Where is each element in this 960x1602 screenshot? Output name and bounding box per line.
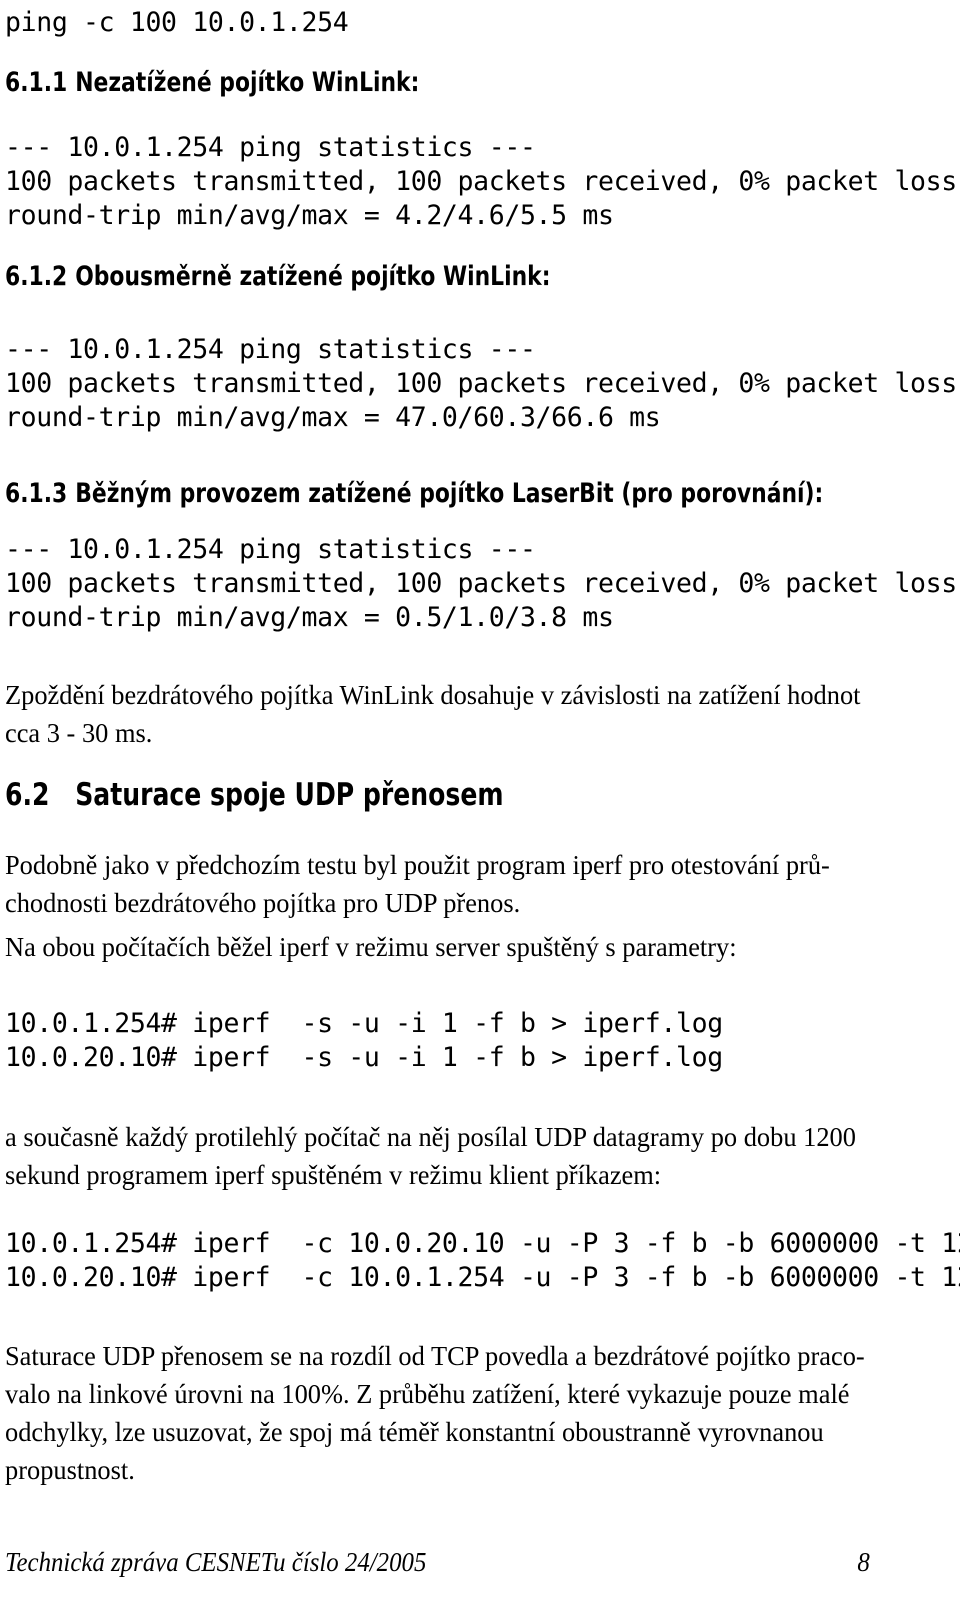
paragraph-delay-line-2: cca 3 - 30 ms. [5,717,153,748]
ping-stats-613-line-1: --- 10.0.1.254 ping statistics --- [5,534,536,565]
ping-stats-611-line-2: 100 packets transmitted, 100 packets rec… [5,166,957,197]
paragraph-iperf-intro-line-2: chodnosti bezdrátového pojítka pro UDP p… [5,887,521,918]
heading-6-1-3-number: 6.1.3 [5,478,68,509]
ping-stats-612-line-2: 100 packets transmitted, 100 packets rec… [5,368,957,399]
iperf-server-command-2: 10.0.20.10# iperf -s -u -i 1 -f b > iper… [5,1042,723,1073]
iperf-server-command-1: 10.0.1.254# iperf -s -u -i 1 -f b > iper… [5,1008,723,1039]
paragraph-conclusion-line-1: Saturace UDP přenosem se na rozdíl od TC… [5,1340,865,1371]
heading-6-1-1-title: Nezatížené pojítko WinLink: [75,67,420,98]
paragraph-conclusion-line-4: propustnost. [5,1454,135,1485]
heading-6-1-3: 6.1.3 Běžným provozem zatížené pojítko La… [5,479,823,509]
paragraph-conclusion-line-2: valo na linkové úrovni na 100%. Z průběh… [5,1378,850,1409]
ping-stats-612-line-1: --- 10.0.1.254 ping statistics --- [5,334,536,365]
footer-page-number: 8 [857,1547,870,1577]
page-footer: Technická zpráva CESNETu číslo 24/2005 8 [5,1546,870,1578]
ping-stats-613-line-2: 100 packets transmitted, 100 packets rec… [5,568,957,599]
heading-6-1-3-title: Běžným provozem zatížené pojítko LaserBi… [75,478,824,509]
paragraph-client-mode-line-2: sekund programem iperf spuštěném v režim… [5,1159,662,1190]
paragraph-server-mode: Na obou počítačích běžel iperf v režimu … [5,928,907,966]
paragraph-conclusion: Saturace UDP přenosem se na rozdíl od TC… [5,1337,907,1489]
heading-6-1-2-number: 6.1.2 [5,261,68,292]
heading-6-2-number: 6.2 [5,777,50,813]
heading-6-2: 6.2 Saturace spoje UDP přenosem [5,778,504,812]
heading-6-1-2: 6.1.2 Obousměrně zatížené pojítko WinLink… [5,262,550,292]
paragraph-server-mode-line-1: Na obou počítačích běžel iperf v režimu … [5,931,737,962]
paragraph-conclusion-line-3: odchylky, lze usuzovat, že spoj má téměř… [5,1416,824,1447]
paragraph-iperf-intro: Podobně jako v předchozím testu byl použ… [5,846,907,922]
heading-6-1-1: 6.1.1 Nezatížené pojítko WinLink: [5,68,419,98]
heading-6-1-2-title: Obousměrně zatížené pojítko WinLink: [75,261,551,292]
paragraph-client-mode: a současně každý protilehlý počítač na n… [5,1118,907,1194]
heading-6-2-title: Saturace spoje UDP přenosem [75,777,504,813]
heading-6-1-1-number: 6.1.1 [5,67,68,98]
iperf-client-command-2: 10.0.20.10# iperf -c 10.0.1.254 -u -P 3 … [5,1262,960,1293]
paragraph-delay: Zpoždění bezdrátového pojítka WinLink do… [5,676,907,752]
ping-stats-611-line-3: round-trip min/avg/max = 4.2/4.6/5.5 ms [5,200,614,231]
footer-report-title: Technická zpráva CESNETu číslo 24/2005 [5,1547,427,1577]
iperf-client-command-1: 10.0.1.254# iperf -c 10.0.20.10 -u -P 3 … [5,1228,960,1259]
ping-stats-612-line-3: round-trip min/avg/max = 47.0/60.3/66.6 … [5,402,661,433]
paragraph-client-mode-line-1: a současně každý protilehlý počítač na n… [5,1121,856,1152]
ping-stats-611-line-1: --- 10.0.1.254 ping statistics --- [5,132,536,163]
paragraph-delay-line-1: Zpoždění bezdrátového pojítka WinLink do… [5,679,861,710]
document-page: ping -c 100 10.0.1.254 6.1.1 Nezatížené p… [0,0,960,1602]
ping-stats-613-line-3: round-trip min/avg/max = 0.5/1.0/3.8 ms [5,602,614,633]
ping-command-line: ping -c 100 10.0.1.254 [5,7,349,38]
paragraph-iperf-intro-line-1: Podobně jako v předchozím testu byl použ… [5,849,830,880]
